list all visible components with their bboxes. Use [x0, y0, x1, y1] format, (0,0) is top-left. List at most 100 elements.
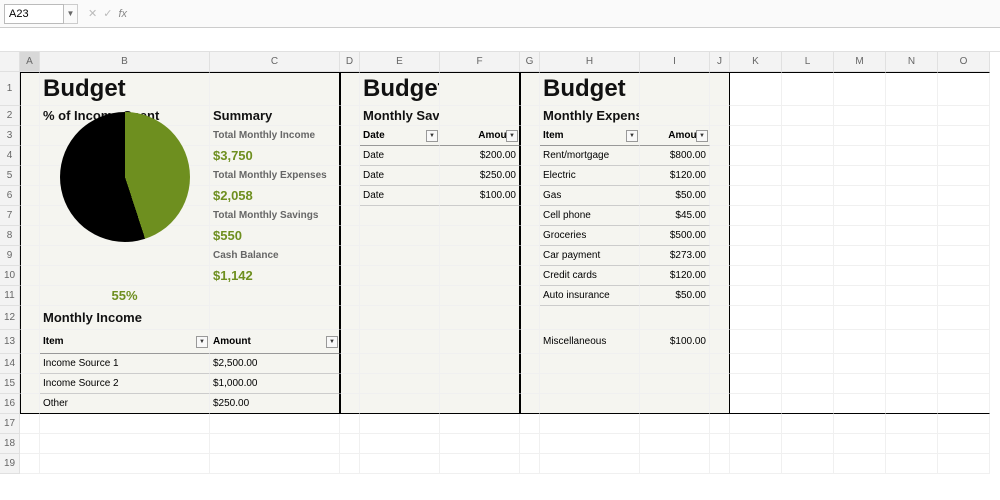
savings-th-date[interactable]: Date▼ — [360, 126, 440, 146]
exp-th-item[interactable]: Item▼ — [540, 126, 640, 146]
cell-E8[interactable] — [360, 226, 440, 246]
cell-O16[interactable] — [938, 394, 990, 414]
cell-N1[interactable] — [886, 72, 938, 106]
cell-K1[interactable] — [730, 72, 782, 106]
row-header-12[interactable]: 12 — [0, 306, 20, 330]
cell-D3[interactable] — [340, 126, 360, 146]
cell-F13[interactable] — [440, 330, 520, 354]
cell-N3[interactable] — [886, 126, 938, 146]
cell-B17[interactable] — [40, 414, 210, 434]
col-header-K[interactable]: K — [730, 52, 782, 72]
cell-N6[interactable] — [886, 186, 938, 206]
cell-J16[interactable] — [710, 394, 730, 414]
cell-F2[interactable] — [440, 106, 520, 126]
cell-O8[interactable] — [938, 226, 990, 246]
cell-L12[interactable] — [782, 306, 834, 330]
cell-F14[interactable] — [440, 354, 520, 374]
cell-G1[interactable] — [520, 72, 540, 106]
cell-K2[interactable] — [730, 106, 782, 126]
cell-G13[interactable] — [520, 330, 540, 354]
cell-E11[interactable] — [360, 286, 440, 306]
cell-J10[interactable] — [710, 266, 730, 286]
cell-L1[interactable] — [782, 72, 834, 106]
cell-O12[interactable] — [938, 306, 990, 330]
cell-E13[interactable] — [360, 330, 440, 354]
cell-N14[interactable] — [886, 354, 938, 374]
filter-dropdown-icon[interactable]: ▼ — [626, 130, 638, 142]
cell-L7[interactable] — [782, 206, 834, 226]
cell-O11[interactable] — [938, 286, 990, 306]
cell-D19[interactable] — [340, 454, 360, 474]
cell-M19[interactable] — [834, 454, 886, 474]
income-th-item[interactable]: Item▼ — [40, 330, 210, 354]
cell-A16[interactable] — [20, 394, 40, 414]
cell-N19[interactable] — [886, 454, 938, 474]
cell-A5[interactable] — [20, 166, 40, 186]
cell-O2[interactable] — [938, 106, 990, 126]
cell-K6[interactable] — [730, 186, 782, 206]
cell-D13[interactable] — [340, 330, 360, 354]
exp-th-amount[interactable]: Amount▼ — [640, 126, 710, 146]
cell-G3[interactable] — [520, 126, 540, 146]
cell-O7[interactable] — [938, 206, 990, 226]
cell-E15[interactable] — [360, 374, 440, 394]
cell-F7[interactable] — [440, 206, 520, 226]
cell-L19[interactable] — [782, 454, 834, 474]
filter-dropdown-icon[interactable]: ▼ — [426, 130, 438, 142]
cell-C18[interactable] — [210, 434, 340, 454]
cell-O19[interactable] — [938, 454, 990, 474]
cell-E10[interactable] — [360, 266, 440, 286]
cell-D16[interactable] — [340, 394, 360, 414]
cell-M16[interactable] — [834, 394, 886, 414]
cell-D5[interactable] — [340, 166, 360, 186]
cell-N16[interactable] — [886, 394, 938, 414]
cell-L3[interactable] — [782, 126, 834, 146]
cell-D12[interactable] — [340, 306, 360, 330]
cell-O5[interactable] — [938, 166, 990, 186]
cell-J19[interactable] — [710, 454, 730, 474]
cell-G10[interactable] — [520, 266, 540, 286]
cell-E12[interactable] — [360, 306, 440, 330]
cell-K15[interactable] — [730, 374, 782, 394]
cell-D6[interactable] — [340, 186, 360, 206]
row-header-10[interactable]: 10 — [0, 266, 20, 286]
cell-D15[interactable] — [340, 374, 360, 394]
cell-O3[interactable] — [938, 126, 990, 146]
cell-G19[interactable] — [520, 454, 540, 474]
cell-K4[interactable] — [730, 146, 782, 166]
cell-H14[interactable] — [540, 354, 640, 374]
cell-I14[interactable] — [640, 354, 710, 374]
cell-L8[interactable] — [782, 226, 834, 246]
cell-N7[interactable] — [886, 206, 938, 226]
cell-N8[interactable] — [886, 226, 938, 246]
cell-D7[interactable] — [340, 206, 360, 226]
filter-dropdown-icon[interactable]: ▼ — [696, 130, 708, 142]
cell-A10[interactable] — [20, 266, 40, 286]
cell-M5[interactable] — [834, 166, 886, 186]
cell-G16[interactable] — [520, 394, 540, 414]
cell-O10[interactable] — [938, 266, 990, 286]
cell-F19[interactable] — [440, 454, 520, 474]
cell-A2[interactable] — [20, 106, 40, 126]
cell-N10[interactable] — [886, 266, 938, 286]
cell-G15[interactable] — [520, 374, 540, 394]
col-header-M[interactable]: M — [834, 52, 886, 72]
row-header-14[interactable]: 14 — [0, 354, 20, 374]
cell-E9[interactable] — [360, 246, 440, 266]
cell-N9[interactable] — [886, 246, 938, 266]
cell-C19[interactable] — [210, 454, 340, 474]
cell-K7[interactable] — [730, 206, 782, 226]
cell-L11[interactable] — [782, 286, 834, 306]
cell-K3[interactable] — [730, 126, 782, 146]
cell-O15[interactable] — [938, 374, 990, 394]
cell-C1[interactable] — [210, 72, 340, 106]
cell-K8[interactable] — [730, 226, 782, 246]
cell-E19[interactable] — [360, 454, 440, 474]
cell-J9[interactable] — [710, 246, 730, 266]
row-header-18[interactable]: 18 — [0, 434, 20, 454]
cell-M7[interactable] — [834, 206, 886, 226]
cell-D10[interactable] — [340, 266, 360, 286]
cell-M10[interactable] — [834, 266, 886, 286]
col-header-N[interactable]: N — [886, 52, 938, 72]
cell-I2[interactable] — [640, 106, 710, 126]
